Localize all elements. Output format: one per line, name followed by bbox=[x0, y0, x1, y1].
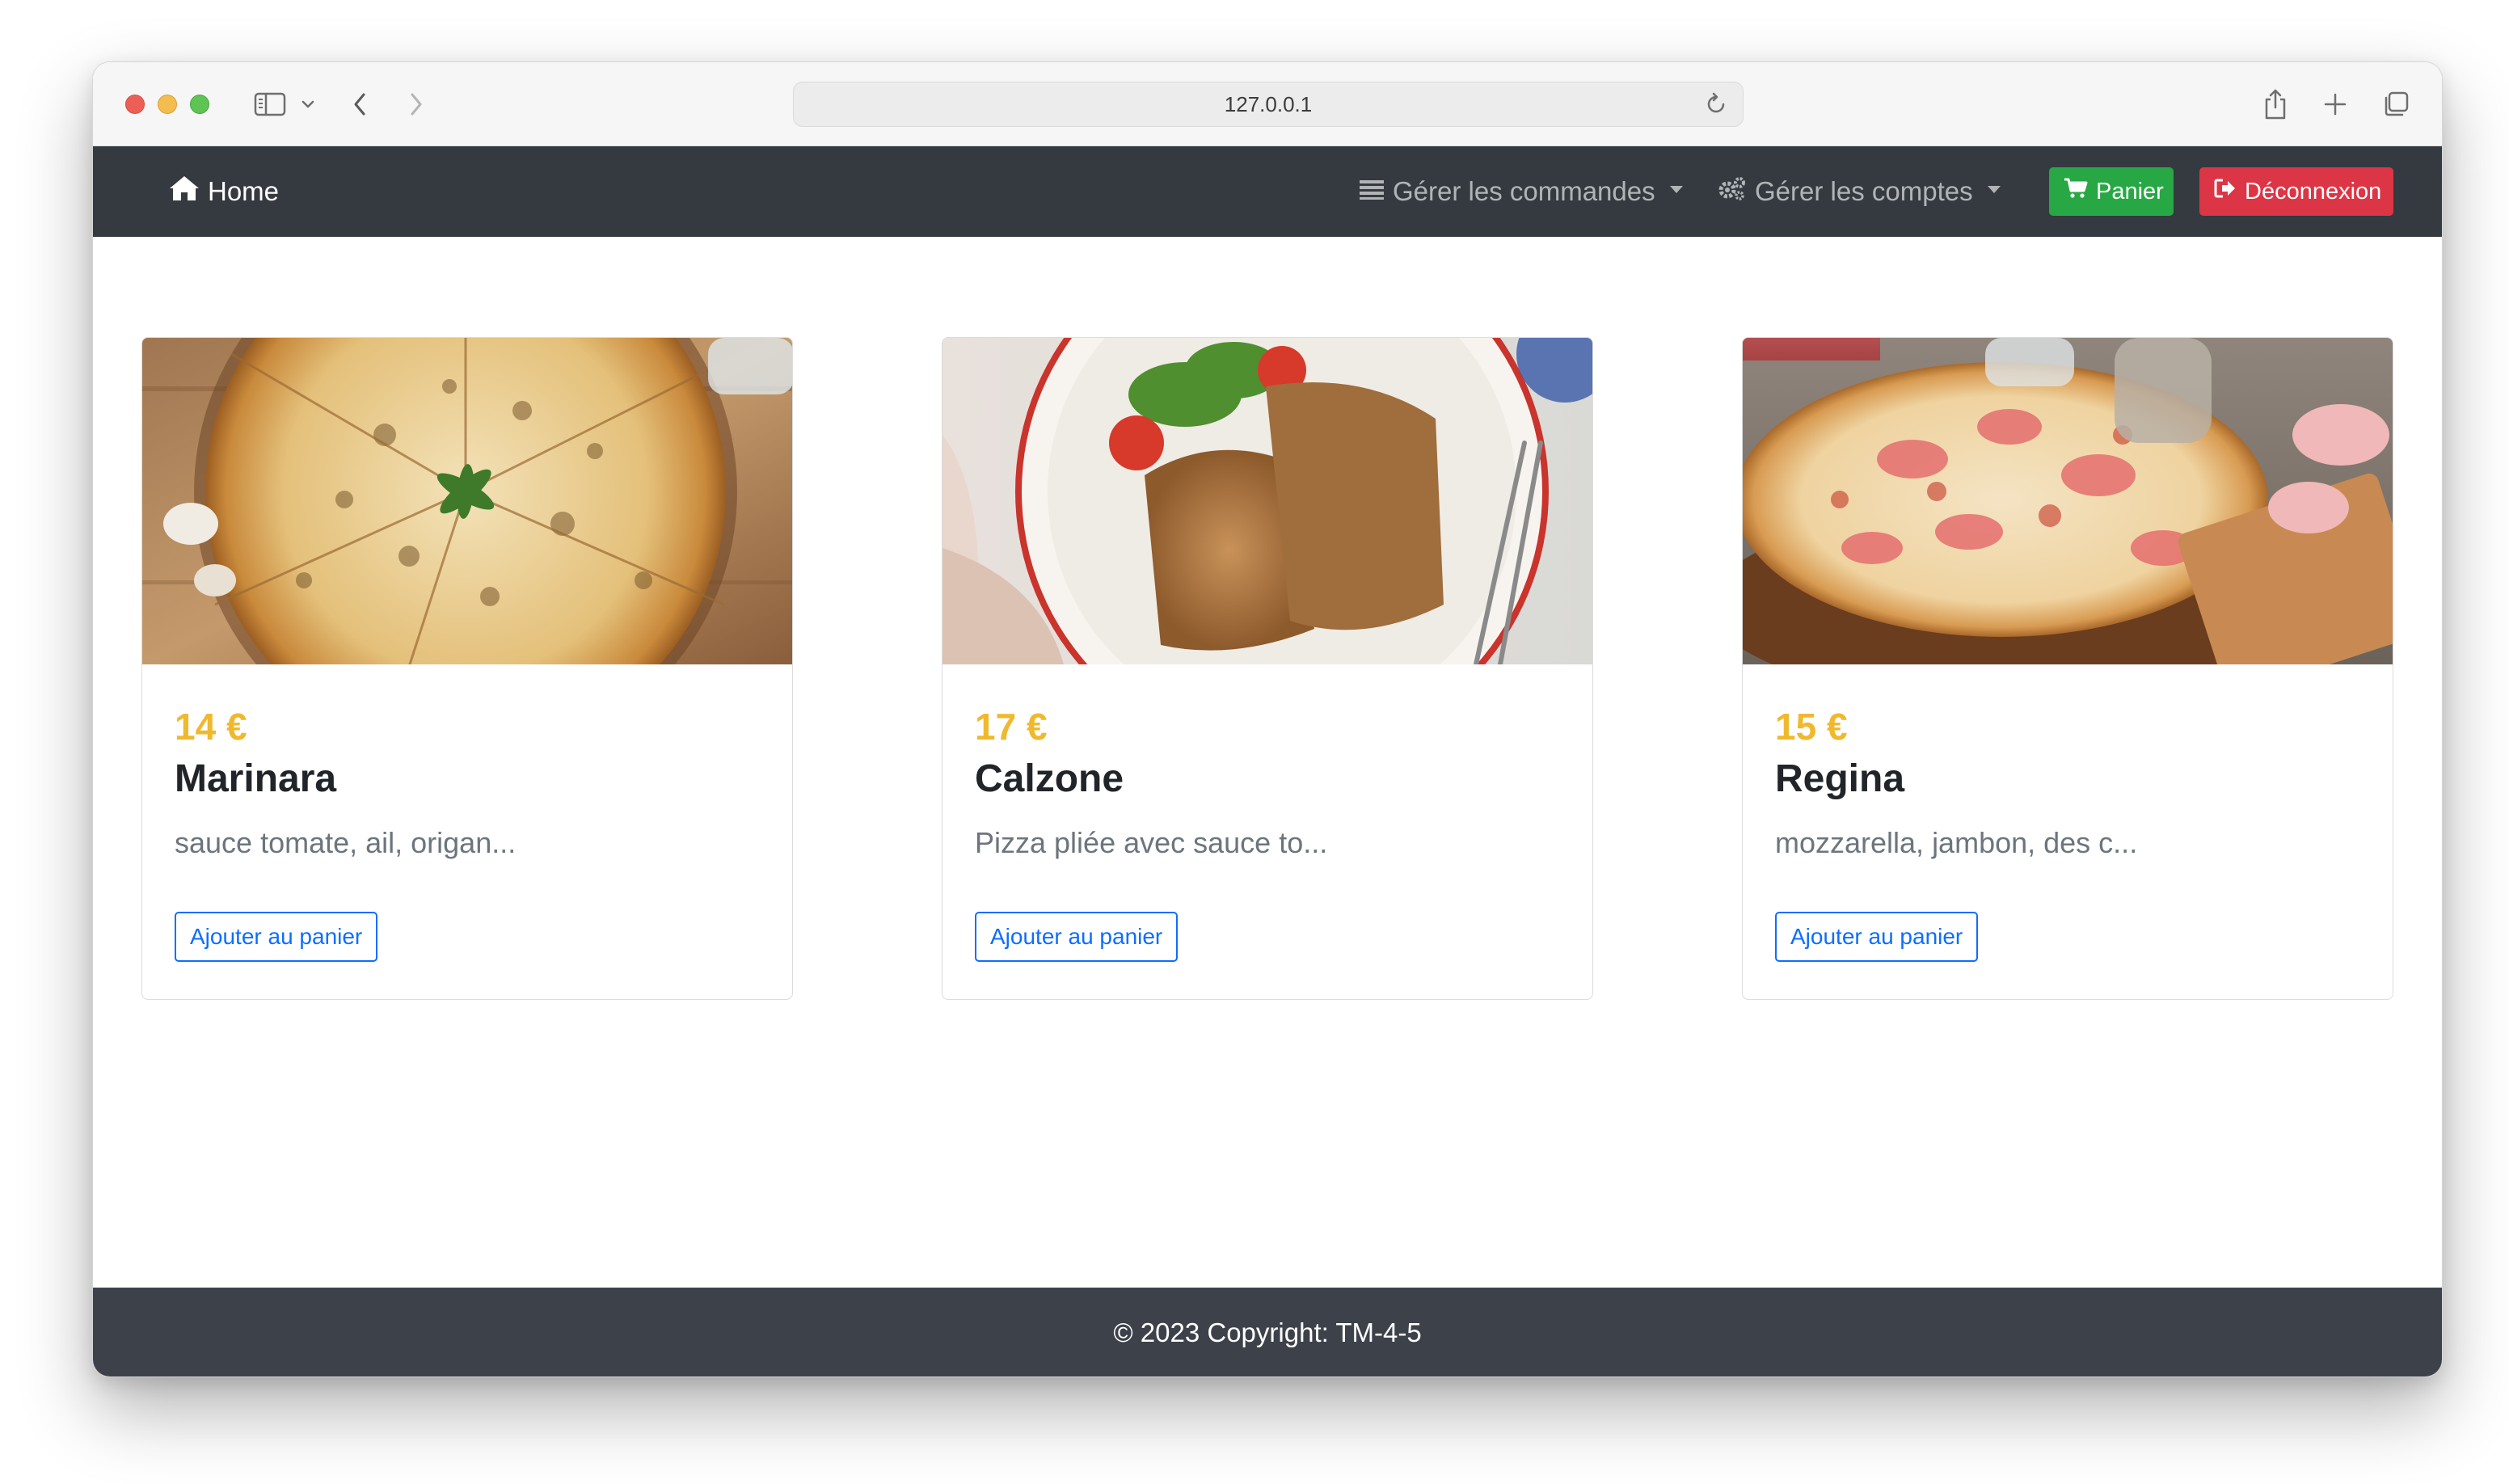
logout-button[interactable]: Déconnexion bbox=[2199, 167, 2393, 216]
shopping-cart-icon bbox=[2064, 178, 2088, 205]
product-description: mozzarella, jambon, des c... bbox=[1775, 826, 2138, 859]
product-card: 17 € Calzone Pizza pliée avec sauce to..… bbox=[942, 337, 1593, 1000]
tabs-overview-icon[interactable] bbox=[2379, 83, 2413, 125]
address-bar[interactable]: 127.0.0.1 bbox=[793, 82, 1744, 127]
home-icon bbox=[169, 175, 200, 209]
product-name: Calzone bbox=[975, 757, 1124, 800]
pizza-marinara-image bbox=[142, 338, 792, 664]
pizza-calzone-image bbox=[942, 338, 1592, 664]
add-to-cart-button[interactable]: Ajouter au panier bbox=[975, 912, 1179, 962]
nav-home-label: Home bbox=[208, 176, 280, 206]
gears-icon bbox=[1718, 175, 1747, 208]
nav-home-link[interactable]: Home bbox=[169, 146, 279, 237]
back-icon[interactable] bbox=[347, 83, 373, 125]
manage-accounts-dropdown[interactable]: Gérer les comptes bbox=[1718, 146, 2001, 237]
add-to-cart-button[interactable]: Ajouter au panier bbox=[175, 912, 378, 962]
site-footer: © 2023 Copyright: TM-4-5 bbox=[93, 1288, 2442, 1376]
product-name: Marinara bbox=[175, 757, 337, 800]
url-text: 127.0.0.1 bbox=[1224, 91, 1313, 116]
manage-orders-dropdown[interactable]: Gérer les commandes bbox=[1359, 146, 1683, 237]
sign-out-icon bbox=[2214, 178, 2237, 205]
logout-label: Déconnexion bbox=[2245, 178, 2382, 204]
chevron-down-icon[interactable] bbox=[298, 83, 318, 125]
caret-down-icon bbox=[1669, 185, 1683, 193]
product-price: 15 € bbox=[1775, 706, 1848, 748]
new-tab-icon[interactable] bbox=[2319, 83, 2351, 125]
product-price: 14 € bbox=[175, 706, 247, 748]
add-to-cart-button[interactable]: Ajouter au panier bbox=[1775, 912, 1979, 962]
maximize-window-button[interactable] bbox=[190, 95, 209, 114]
close-window-button[interactable] bbox=[125, 95, 145, 114]
product-card: 14 € Marinara sauce tomate, ail, origan.… bbox=[141, 337, 793, 1000]
sidebar-icon[interactable] bbox=[251, 83, 289, 125]
browser-window: 127.0.0.1 Home Gérer les commandes Gérer… bbox=[92, 61, 2443, 1377]
site-navbar: Home Gérer les commandes Gérer les compt… bbox=[93, 146, 2442, 237]
reload-icon[interactable] bbox=[1704, 92, 1728, 116]
forward-icon[interactable] bbox=[403, 83, 429, 125]
browser-toolbar: 127.0.0.1 bbox=[93, 62, 2442, 146]
manage-accounts-label: Gérer les comptes bbox=[1755, 176, 1973, 206]
minimize-window-button[interactable] bbox=[158, 95, 177, 114]
manage-orders-label: Gérer les commandes bbox=[1393, 176, 1655, 206]
product-description: sauce tomate, ail, origan... bbox=[175, 826, 517, 859]
product-card: 15 € Regina mozzarella, jambon, des c...… bbox=[1742, 337, 2393, 1000]
caret-down-icon bbox=[1987, 185, 2001, 193]
cart-label: Panier bbox=[2096, 178, 2164, 204]
pizza-regina-image bbox=[1743, 338, 2393, 664]
product-name: Regina bbox=[1775, 757, 1905, 800]
product-price: 17 € bbox=[975, 706, 1048, 748]
cart-button[interactable]: Panier bbox=[2049, 167, 2174, 216]
share-icon[interactable] bbox=[2259, 83, 2292, 125]
product-description: Pizza pliée avec sauce to... bbox=[975, 826, 1328, 859]
copyright-text: © 2023 Copyright: TM-4-5 bbox=[1113, 1317, 1422, 1347]
list-icon bbox=[1359, 176, 1385, 207]
